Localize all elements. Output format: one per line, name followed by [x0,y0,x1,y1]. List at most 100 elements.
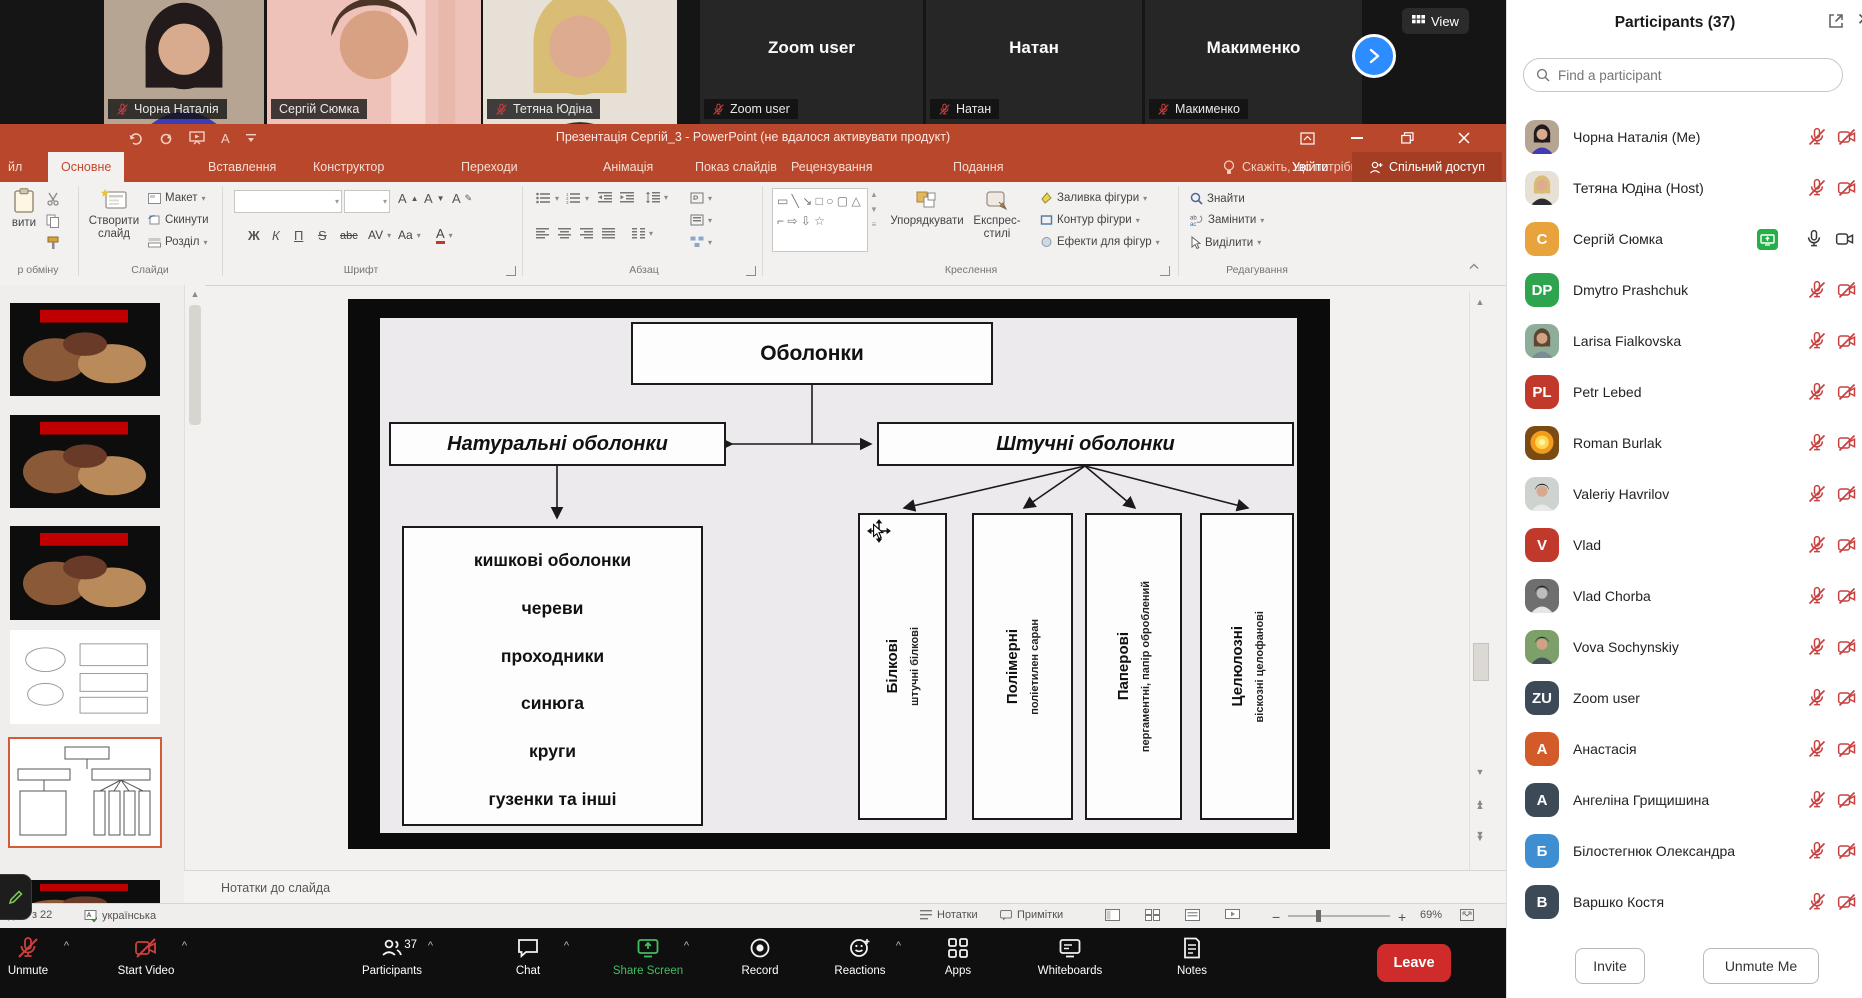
underline-button[interactable]: П [294,228,303,243]
ribbon-display-options-button[interactable] [1284,124,1330,152]
artificial-casing-column[interactable]: Целюлозні віскозні целофанові [1200,513,1294,820]
participant-row[interactable]: Тетяна Юдіна (Host) [1507,163,1862,214]
slideshow-view-icon[interactable] [1225,909,1240,921]
tab-5[interactable]: Анімація [590,152,666,182]
shrink-font-icon[interactable]: A▼ [424,191,445,206]
share-screen-button[interactable]: Share Screen^ [593,936,703,977]
chat-button[interactable]: Chat^ [473,936,583,977]
shape-effects-button[interactable]: Ефекти для фігур▾ [1040,236,1160,248]
participant-row[interactable]: Vlad Chorba [1507,571,1862,622]
find-button[interactable]: Знайти [1190,192,1245,205]
select-button[interactable]: Виділити▾ [1190,236,1261,249]
decrease-indent-icon[interactable] [598,192,612,203]
apps-button[interactable]: Apps [903,936,1013,977]
participant-row[interactable]: Valeriy Havrilov [1507,469,1862,520]
collapse-ribbon-icon[interactable] [1468,262,1480,270]
participant-row[interactable]: Larisa Fialkovska [1507,316,1862,367]
drawing-dialog-launcher[interactable] [1160,266,1170,276]
video-tile[interactable]: Чорна Наталія [104,0,264,124]
shapes-gallery-scroll[interactable]: ▲▼≡ [870,190,878,229]
tab-4[interactable]: Переходи [448,152,531,182]
participant-row[interactable]: DPDmytro Prashchuk [1507,265,1862,316]
normal-view-icon[interactable] [1105,909,1120,921]
tab-2[interactable]: Вставлення [195,152,289,182]
strikethrough-button[interactable]: S [318,228,327,243]
char-spacing-button[interactable]: AV▾ [368,228,391,242]
shape-fill-button[interactable]: Заливка фігури▾ [1040,192,1147,204]
line-spacing-icon[interactable]: ▾ [646,192,668,203]
notes-pane[interactable]: Нотатки до слайда [184,870,1506,904]
participant-row[interactable]: Roman Burlak [1507,418,1862,469]
align-center-icon[interactable] [558,228,571,239]
caret-up-icon[interactable]: ^ [564,940,569,952]
zoom-percent[interactable]: 69% [1420,909,1442,921]
fit-slide-icon[interactable] [1460,909,1474,921]
arrange-button[interactable]: Упорядкувати [890,190,964,227]
paste-button[interactable]: вити [6,188,42,229]
slide-thumbnail[interactable] [10,630,160,724]
participant-row[interactable]: AАнастасія [1507,724,1862,775]
diagram-root-box[interactable]: Оболонки [631,322,993,385]
slide-thumbnail[interactable] [10,739,160,846]
slide-thumbnail[interactable] [10,526,160,620]
shadow-button[interactable]: abc [340,230,358,242]
new-slide-button[interactable]: Створитислайд [86,188,142,240]
change-case-button[interactable]: Aa▾ [398,228,421,242]
numbering-icon[interactable]: 123▾ [566,192,589,204]
diagram-natural-list[interactable]: кишкові оболонкичеревипроходникисинюгакр… [402,526,703,826]
record-button[interactable]: Record [705,936,815,977]
participant-row[interactable]: Vova Sochynskiy [1507,622,1862,673]
zoom-in-button[interactable]: + [1398,909,1406,925]
invite-button[interactable]: Invite [1575,948,1645,984]
zoom-slider-thumb[interactable] [1316,910,1321,922]
increase-indent-icon[interactable] [620,192,634,203]
bullets-icon[interactable]: ▾ [536,192,559,204]
justify-icon[interactable] [602,228,615,239]
previous-slide-button[interactable]: ▲▲ [1470,793,1490,815]
tab-1[interactable]: Основне [48,152,124,182]
tab-3[interactable]: Конструктор [300,152,397,182]
scroll-down-icon[interactable]: ▼ [1470,761,1490,783]
close-panel-icon[interactable]: ✕ [1857,10,1862,30]
slide-sorter-icon[interactable] [1145,909,1160,921]
participant-row[interactable]: ZUZoom user [1507,673,1862,724]
font-dialog-launcher[interactable] [506,266,516,276]
zoom-slider[interactable] [1288,915,1390,917]
columns-icon[interactable]: ▾ [632,228,653,239]
sign-in-link[interactable]: Увійти [1292,152,1328,182]
font-color-button[interactable]: А▾ [436,226,453,244]
font-name-combo[interactable]: ▾ [234,190,342,213]
video-tile[interactable]: МакименкоМакименко [1145,0,1362,124]
video-tile[interactable]: Тетяна Юдіна [483,0,677,124]
section-button[interactable]: Розділ▾ [148,236,207,248]
restore-button[interactable] [1384,124,1430,152]
whiteboards-button[interactable]: Whiteboards [1015,936,1125,977]
annotation-toolbar-handle[interactable] [0,874,32,920]
participant-row[interactable]: CСергій Сюмка [1507,214,1862,265]
artificial-casing-column[interactable]: Полімерні поліетилен саран [972,513,1073,820]
participant-row[interactable]: VVlad [1507,520,1862,571]
reset-slide-button[interactable]: Скинути [148,214,209,226]
start-video-button[interactable]: Start Video^ [91,936,201,977]
notes-toggle[interactable]: Нотатки [920,909,978,921]
reactions-button[interactable]: Reactions^ [805,936,915,977]
participant-row[interactable]: ББілостегнюк Олександра [1507,826,1862,877]
pop-out-icon[interactable] [1827,12,1845,30]
bold-button[interactable]: Ж [248,228,260,243]
replace-button[interactable]: abacЗамінити▾ [1190,214,1264,226]
convert-smartart-icon[interactable]: ▾ [690,236,712,248]
participant-row[interactable]: Чорна Наталія (Me) [1507,112,1862,163]
video-tile[interactable]: Сергій Сюмка [267,0,481,124]
caret-up-icon[interactable]: ^ [428,940,433,952]
unmute-me-button[interactable]: Unmute Me [1703,948,1819,984]
italic-button[interactable]: К [272,228,280,243]
tab-file[interactable]: йл [0,152,30,182]
tab-7[interactable]: Рецензування [778,152,885,182]
align-left-icon[interactable] [536,228,549,239]
clear-format-icon[interactable]: A✎ [452,191,472,206]
diagram-artificial-box[interactable]: Штучні оболонки [877,422,1294,466]
next-slide-button[interactable]: ▼▼ [1470,825,1490,847]
notes-button[interactable]: Notes [1137,936,1247,977]
caret-up-icon[interactable]: ^ [684,940,689,952]
comments-toggle[interactable]: Примітки [1000,909,1063,921]
